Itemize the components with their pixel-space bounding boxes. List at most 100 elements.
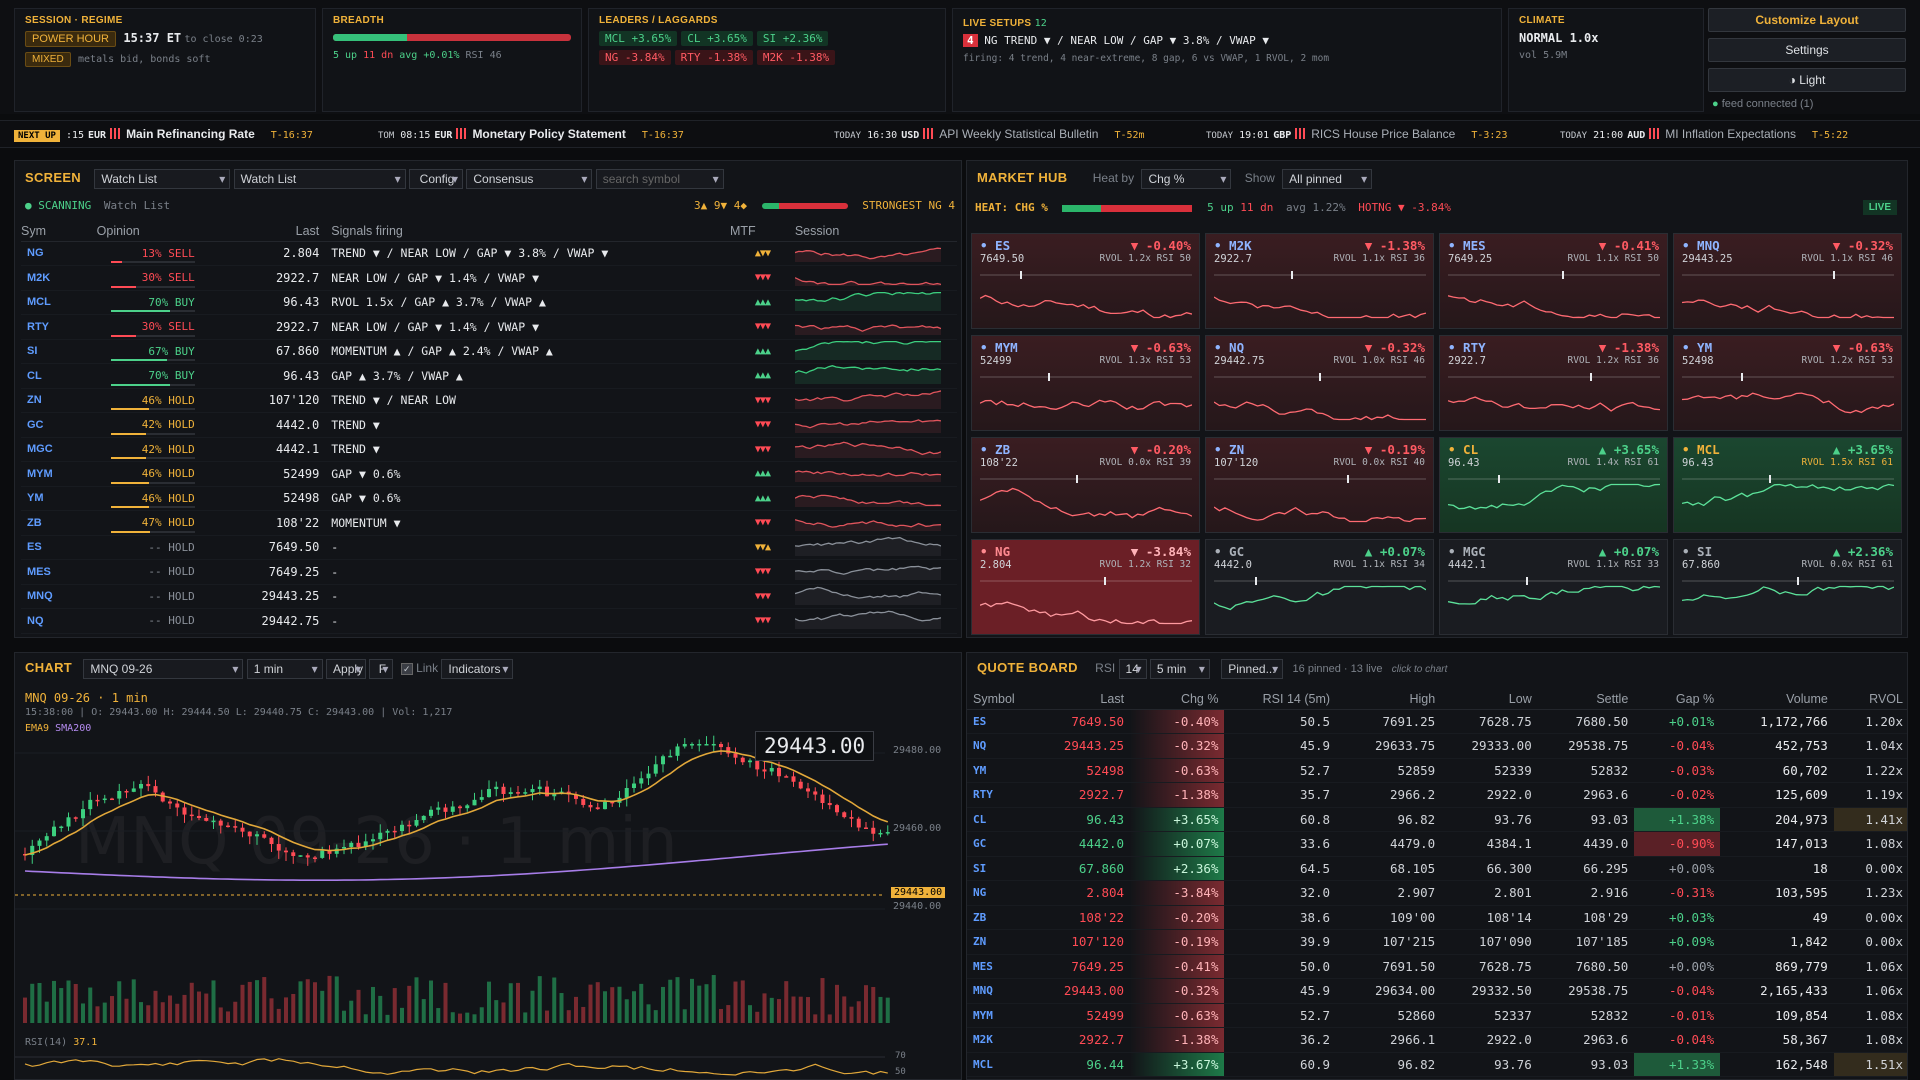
screen-symbol[interactable]: NG — [21, 241, 97, 266]
setups-line[interactable]: NG TREND ▼ / NEAR LOW / GAP ▼ 3.8% / VWA… — [984, 34, 1269, 47]
qb-row[interactable]: ES 7649.50 -0.40% 50.5 7691.25 7628.75 7680.50… — [967, 709, 1907, 734]
hub-tile[interactable]: • YM ▼ -0.63% 52498 RVOL 1.2x RSI 53 — [1673, 335, 1902, 431]
qb-row[interactable]: CL 96.43 +3.65% 60.8 96.82 93.76 93.03 +1.38% 20… — [967, 807, 1907, 832]
qb-col-header[interactable]: Gap % — [1634, 689, 1721, 710]
hub-tile[interactable]: • RTY ▼ -1.38% 2922.7 RVOL 1.2x RSI 36 — [1439, 335, 1668, 431]
qb-col-header[interactable]: High — [1336, 689, 1442, 710]
qb-row[interactable]: YM 52498 -0.63% 52.7 52859 52339 52832 -0.03% 60… — [967, 758, 1907, 783]
qb-col-header[interactable]: Chg % — [1130, 689, 1225, 710]
qb-cell-symbol[interactable]: MYM — [967, 1003, 1043, 1028]
heat-by-select[interactable]: Chg % — [1141, 169, 1232, 189]
screen-col-header[interactable]: Last — [204, 221, 320, 242]
qb-cell-symbol[interactable]: GC — [967, 831, 1043, 857]
screen-row[interactable]: MGC 42% HOLD 4442.1 TREND ▼ ▼▼▼ — [21, 437, 957, 462]
screen-symbol[interactable]: GC — [21, 412, 97, 438]
leader-chip[interactable]: SI +2.36% — [756, 31, 829, 46]
hub-tile[interactable]: • NG ▼ -3.84% 2.804 RVOL 1.2x RSI 32 — [971, 539, 1200, 635]
f-button[interactable]: F — [369, 659, 394, 679]
qb-cell-symbol[interactable]: ZN — [967, 929, 1043, 955]
qb-col-header[interactable]: Low — [1441, 689, 1538, 710]
screen-row[interactable]: NQ -- HOLD 29442.75- ▼▼▼ — [21, 608, 957, 634]
qb-col-header[interactable]: Symbol — [967, 689, 1043, 710]
screen-row[interactable]: SI 67% BUY 67.860 MOMENTUM ▲ / GAP ▲ 2.4% /… — [21, 339, 957, 364]
hub-tile[interactable]: • MES ▼ -0.41% 7649.25 RVOL 1.1x RSI 50 — [1439, 233, 1668, 329]
screen-row[interactable]: MCL 70% BUY 96.43 RVOL 1.5x / GAP ▲ 3.7% / … — [21, 290, 957, 315]
ticker-event[interactable]: TODAY 16:30 USD API Weekly Statistical Bull… — [834, 127, 1145, 141]
qb-cell-symbol[interactable]: NQ — [967, 733, 1043, 759]
ticker-event[interactable]: TODAY 19:01 GBP RICS House Price Balance T-3… — [1206, 127, 1507, 141]
qb-row[interactable]: MNQ 29443.00 -0.32% 45.9 29634.00 29332.50 295… — [967, 978, 1907, 1004]
qb-rsi-input[interactable]: 14 — [1118, 659, 1147, 679]
customize-layout-button[interactable]: Customize Layout — [1708, 8, 1906, 32]
screen-symbol[interactable]: MNQ — [21, 584, 97, 609]
link-checkbox[interactable]: ✓ — [400, 663, 413, 675]
qb-row[interactable]: MES 7649.25 -0.41% 50.0 7691.50 7628.75 7680.5… — [967, 954, 1907, 979]
laggard-chip[interactable]: RTY -1.38% — [674, 50, 753, 65]
hub-tile[interactable]: • GC ▲ +0.07% 4442.0 RVOL 1.1x RSI 34 — [1205, 539, 1434, 635]
show-select[interactable]: All pinned — [1282, 169, 1373, 189]
screen-row[interactable]: RTY 30% SELL 2922.7 NEAR LOW / GAP ▼ 1.4% /… — [21, 314, 957, 340]
hub-tile[interactable]: • ZB ▼ -0.20% 108'22 RVOL 0.0x RSI 39 — [971, 437, 1200, 533]
hub-tile[interactable]: • CL ▲ +3.65% 96.43 RVOL 1.4x RSI 61 — [1439, 437, 1668, 533]
qb-col-header[interactable]: RSI 14 (5m) — [1224, 689, 1337, 710]
qb-cell-symbol[interactable]: MNQ — [967, 978, 1043, 1004]
laggard-chip[interactable]: M2K -1.38% — [756, 50, 836, 65]
screen-col-header[interactable]: Sym — [21, 221, 97, 242]
screen-row[interactable]: GC 42% HOLD 4442.0 TREND ▼ ▼▼▼ — [21, 412, 957, 438]
screen-row[interactable]: MYM 46% HOLD 52499 GAP ▼ 0.6% ▲▲▲ — [21, 461, 957, 487]
qb-cell-symbol[interactable]: SI — [967, 856, 1043, 881]
search-symbol-input[interactable]: search symbol — [595, 169, 724, 189]
qb-row[interactable]: M2K 2922.7 -1.38% 36.2 2966.1 2922.0 2963.6 -0.… — [967, 1027, 1907, 1053]
qb-row[interactable]: NG 2.804 -3.84% 32.0 2.907 2.801 2.916 -0.31% 10… — [967, 880, 1907, 906]
screen-symbol[interactable]: MYM — [21, 461, 97, 487]
qb-cell-symbol[interactable]: MES — [967, 954, 1043, 979]
screen-symbol[interactable]: RTY — [21, 314, 97, 340]
qb-cell-symbol[interactable]: CL — [967, 807, 1043, 832]
qb-row[interactable]: MYM 52499 -0.63% 52.7 52860 52337 52832 -0.01% 1… — [967, 1003, 1907, 1028]
screen-col-header[interactable]: Session — [794, 221, 957, 242]
screen-row[interactable]: CL 70% BUY 96.43 GAP ▲ 3.7% / VWAP ▲ ▲▲▲ — [21, 363, 957, 389]
screen-col-header[interactable]: Signals firing — [319, 221, 730, 242]
screen-symbol[interactable]: NQ — [21, 608, 97, 634]
hub-tile[interactable]: • MNQ ▼ -0.32% 29443.25 RVOL 1.1x RSI 46 — [1673, 233, 1902, 329]
screen-row[interactable]: MNQ -- HOLD 29443.25- ▼▼▼ — [21, 584, 957, 609]
screen-row[interactable]: MES -- HOLD 7649.25- ▼▼▼ — [21, 559, 957, 585]
chart-symbol-select[interactable]: MNQ 09-26 — [83, 659, 244, 679]
hub-tile[interactable]: • NQ ▼ -0.32% 29442.75 RVOL 1.0x RSI 46 — [1205, 335, 1434, 431]
apply-button[interactable]: Apply — [326, 659, 367, 679]
screen-row[interactable]: ES -- HOLD 7649.50- ▼▼▲ — [21, 535, 957, 560]
qb-row[interactable]: MCL 96.44 +3.67% 60.9 96.82 93.76 93.03 +1.33% 1… — [967, 1052, 1907, 1077]
ticker-event[interactable]: NEXT UP:15 EUR Main Refinancing Rate T-16:3… — [14, 127, 313, 142]
ticker-event[interactable]: TOM 08:15 EUR Monetary Policy Statement T-16… — [378, 127, 684, 141]
screen-symbol[interactable]: MGC — [21, 437, 97, 462]
screen-symbol[interactable]: CL — [21, 363, 97, 389]
qb-row[interactable]: SI 67.860 +2.36% 64.5 68.105 66.300 66.295 +0.0… — [967, 856, 1907, 881]
qb-row[interactable]: NQ 29443.25 -0.32% 45.9 29633.75 29333.00 2953… — [967, 733, 1907, 759]
hub-tile[interactable]: • MGC ▲ +0.07% 4442.1 RVOL 1.1x RSI 33 — [1439, 539, 1668, 635]
screen-symbol[interactable]: SI — [21, 339, 97, 364]
qb-cell-symbol[interactable]: YM — [967, 758, 1043, 783]
screen-symbol[interactable]: MES — [21, 559, 97, 585]
hub-tile[interactable]: • M2K ▼ -1.38% 2922.7 RVOL 1.1x RSI 36 — [1205, 233, 1434, 329]
qb-cell-symbol[interactable]: MCL — [967, 1052, 1043, 1077]
settings-button[interactable]: Settings — [1708, 38, 1906, 62]
qb-timeframe-select[interactable]: 5 min — [1149, 659, 1210, 679]
qb-cell-symbol[interactable]: NG — [967, 880, 1043, 906]
screen-row[interactable]: M2K 30% SELL 2922.7 NEAR LOW / GAP ▼ 1.4% /… — [21, 265, 957, 291]
screen-row[interactable]: ZN 46% HOLD 107'120 TREND ▼ / NEAR LOW ▼▼▼ — [21, 388, 957, 413]
screen-symbol[interactable]: MCL — [21, 290, 97, 315]
hub-tile[interactable]: • ZN ▼ -0.19% 107'120 RVOL 0.0x RSI 40 — [1205, 437, 1434, 533]
leader-chip[interactable]: CL +3.65% — [681, 31, 753, 46]
qb-cell-symbol[interactable]: M2K — [967, 1027, 1043, 1053]
screen-symbol[interactable]: YM — [21, 486, 97, 511]
hub-tile[interactable]: • SI ▲ +2.36% 67.860 RVOL 0.0x RSI 61 — [1673, 539, 1902, 635]
qb-col-header[interactable]: Last — [1042, 689, 1131, 710]
qb-row[interactable]: GC 4442.0 +0.07% 33.6 4479.0 4384.1 4439.0 -0.9… — [967, 831, 1907, 857]
screen-row[interactable]: YM 46% HOLD 52498 GAP ▼ 0.6% ▲▲▲ — [21, 486, 957, 511]
light-theme-button[interactable]: ◑ Light — [1708, 68, 1906, 92]
screen-watch-select[interactable]: Watch List — [233, 169, 406, 189]
qb-cell-symbol[interactable]: RTY — [967, 782, 1043, 808]
screen-list-select[interactable]: Watch List — [94, 169, 231, 189]
qb-col-header[interactable]: Settle — [1537, 689, 1635, 710]
hub-tile[interactable]: • MYM ▼ -0.63% 52499 RVOL 1.3x RSI 53 — [971, 335, 1200, 431]
